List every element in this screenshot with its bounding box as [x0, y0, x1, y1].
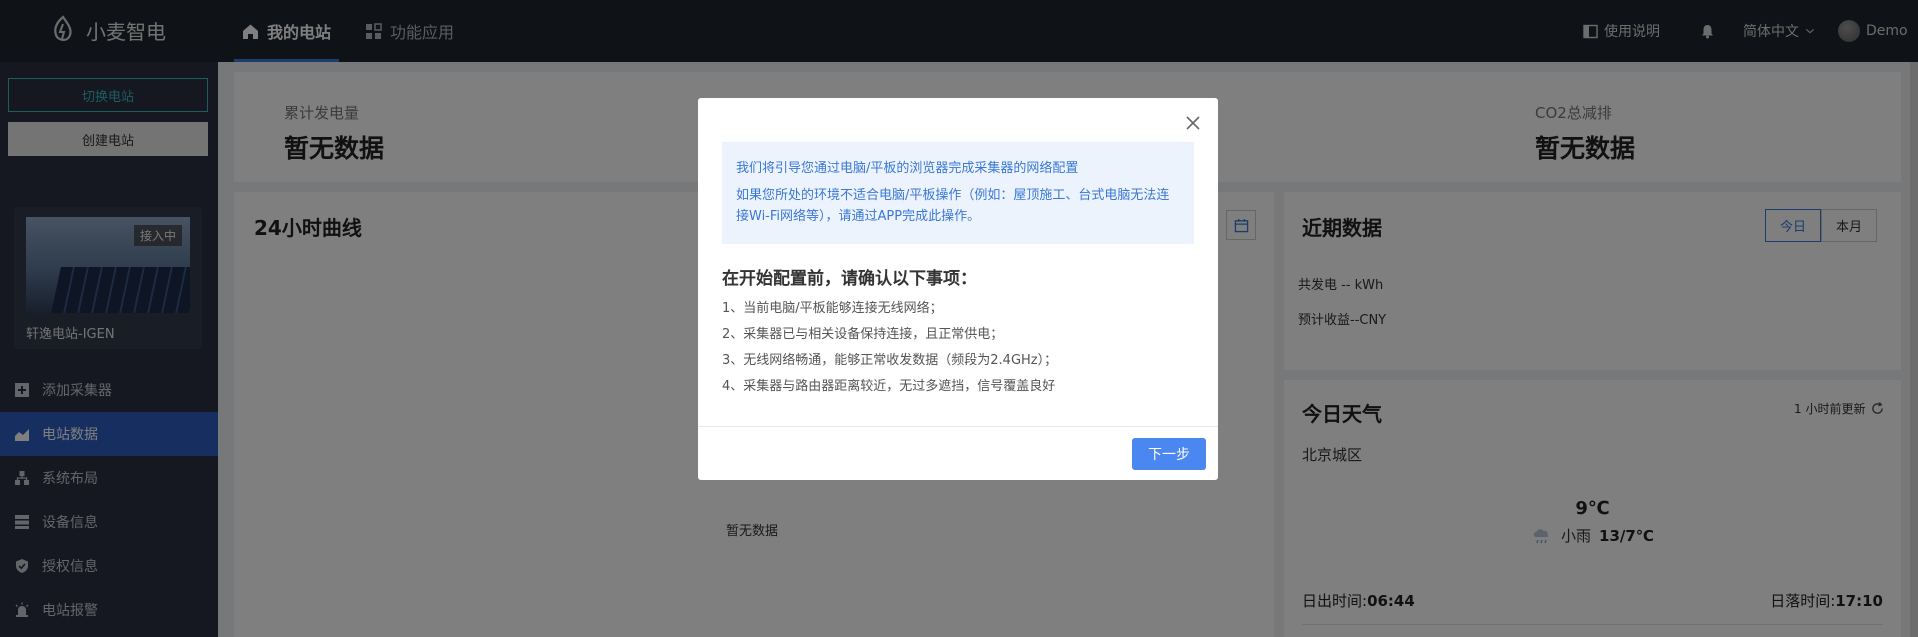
close-icon[interactable] — [1184, 114, 1202, 132]
next-step-button[interactable]: 下一步 — [1132, 438, 1206, 470]
checklist: 1、当前电脑/平板能够连接无线网络； 2、采集器已与相关设备保持连接，且正常供电… — [722, 296, 1057, 400]
dialog-divider — [698, 426, 1218, 427]
network-config-dialog: 我们将引导您通过电脑/平板的浏览器完成采集器的网络配置 如果您所处的环境不适合电… — [698, 98, 1218, 480]
checklist-item: 2、采集器已与相关设备保持连接，且正常供电； — [722, 327, 1004, 342]
notice-line-1: 我们将引导您通过电脑/平板的浏览器完成采集器的网络配置 — [736, 161, 1079, 176]
info-notice: 我们将引导您通过电脑/平板的浏览器完成采集器的网络配置 如果您所处的环境不适合电… — [722, 142, 1194, 244]
checklist-item: 3、无线网络畅通，能够正常收发数据（频段为2.4GHz）； — [722, 353, 1058, 368]
checklist-item: 4、采集器与路由器距离较近，无过多遮挡，信号覆盖良好 — [722, 379, 1056, 394]
notice-line-2: 如果您所处的环境不适合电脑/平板操作（例如：屋顶施工、台式电脑无法连接Wi-Fi… — [736, 188, 1170, 224]
checklist-item: 1、当前电脑/平板能够连接无线网络； — [722, 301, 943, 316]
dialog-heading: 在开始配置前，请确认以下事项： — [722, 269, 977, 289]
